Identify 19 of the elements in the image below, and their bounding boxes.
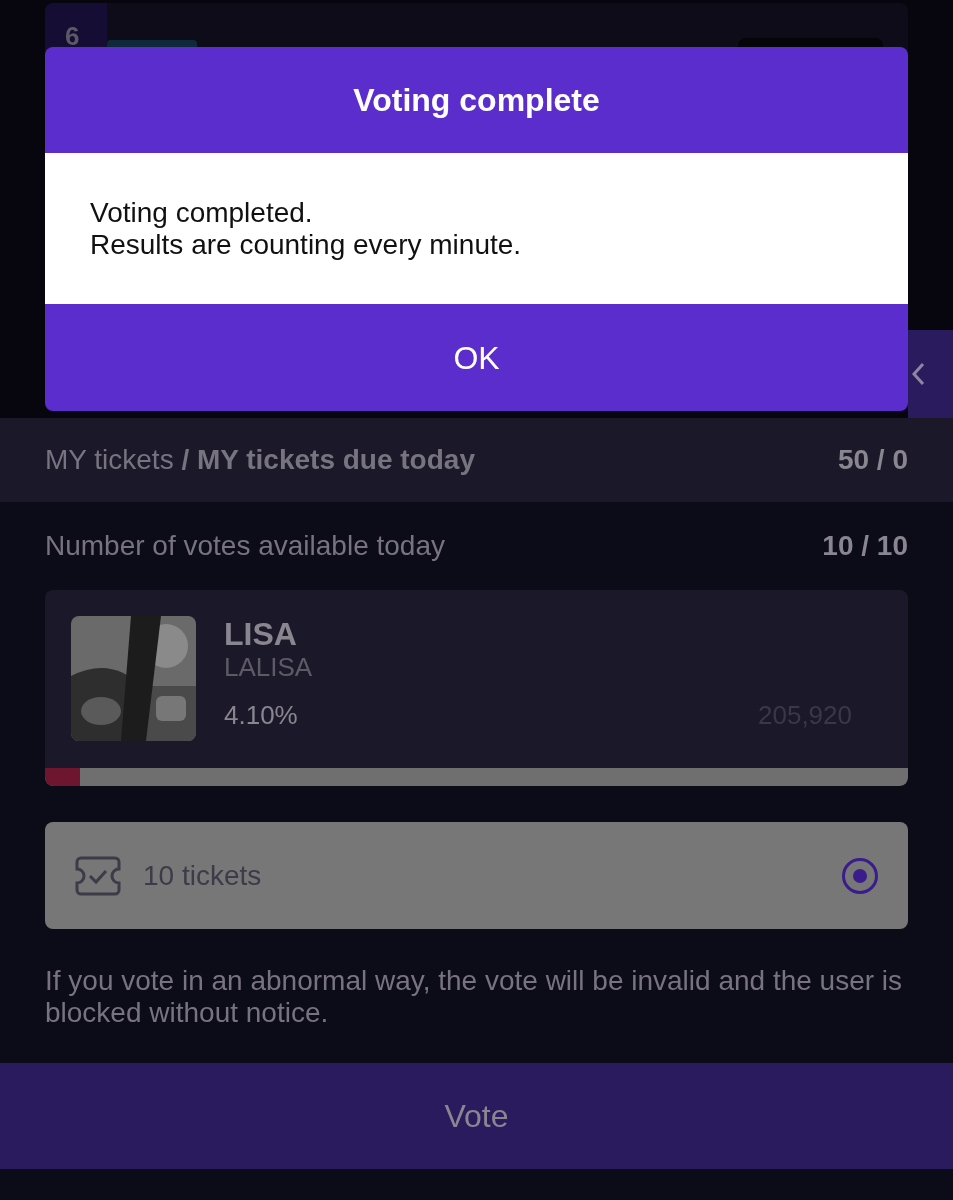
radio-button[interactable]: [842, 857, 878, 894]
album-name: LALISA: [224, 652, 314, 682]
chevron-left-icon: [911, 362, 925, 386]
ticket-icon: [75, 855, 121, 896]
tickets-label: MY tickets / MY tickets due today: [45, 443, 475, 477]
tickets-count: 50 / 0: [837, 443, 908, 477]
ticket-label: 10 tickets: [143, 858, 263, 893]
warning-notice: If you vote in an abnormal way, the vote will be invalid and the user is blocked without notice.: [45, 965, 904, 1030]
dialog-title: Voting complete: [45, 47, 908, 153]
votes-available-label: Number of votes available today: [45, 529, 445, 563]
ok-button[interactable]: OK: [45, 304, 908, 411]
votes-available-count: 10 / 10: [822, 529, 908, 563]
dialog-message: Voting completed.: [90, 196, 314, 229]
collapse-button[interactable]: [908, 330, 953, 418]
vote-percentage: 4.10%: [224, 699, 298, 732]
ticket-option[interactable]: 10 tickets: [45, 822, 908, 929]
vote-button[interactable]: Vote: [0, 1063, 953, 1169]
candidate-name: LISA: [224, 616, 298, 652]
dialog-message: Results are counting every minute.: [90, 228, 523, 261]
